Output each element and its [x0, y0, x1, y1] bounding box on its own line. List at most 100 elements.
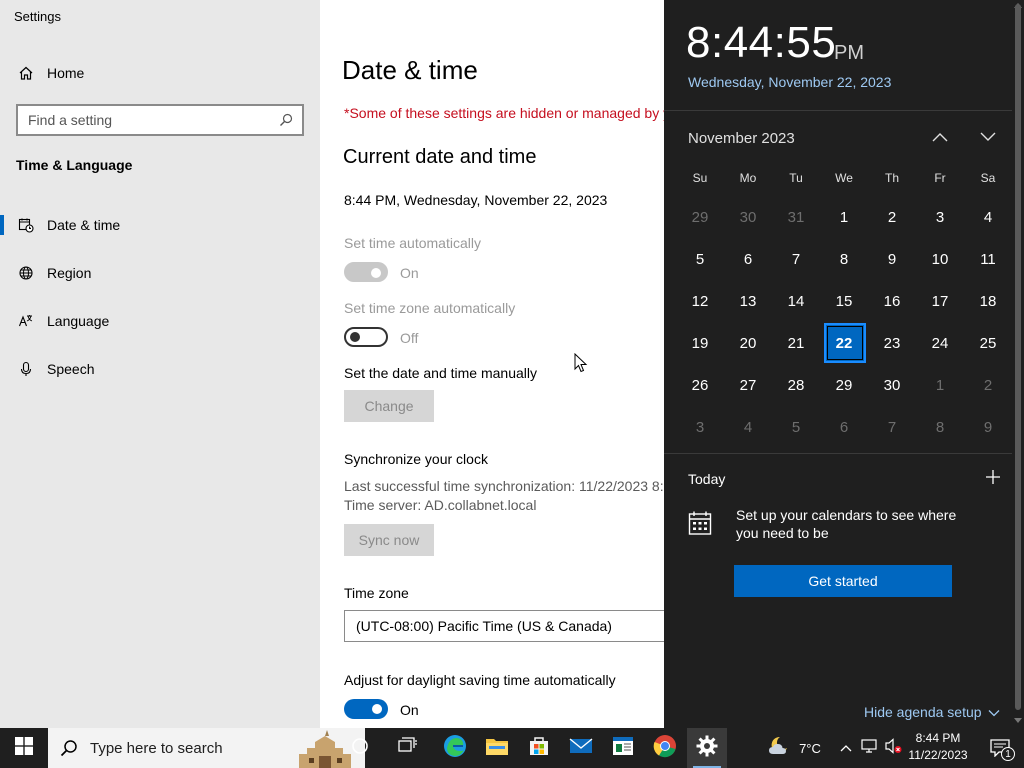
sidebar-item-label: Date & time: [47, 217, 121, 233]
chrome-icon: [653, 734, 677, 763]
show-hidden-icons-button[interactable]: [836, 728, 856, 768]
calendar-day[interactable]: 2: [868, 196, 916, 238]
calendar-day[interactable]: 27: [724, 364, 772, 406]
sidebar-item-speech[interactable]: Speech: [0, 351, 320, 387]
sync-now-button[interactable]: Sync now: [344, 524, 434, 556]
timezone-select[interactable]: (UTC-08:00) Pacific Time (US & Canada): [344, 610, 664, 642]
calendar-day[interactable]: 1: [916, 364, 964, 406]
calendar-day[interactable]: 1: [820, 196, 868, 238]
chevron-up-icon: [932, 129, 948, 147]
today-label: Today: [688, 471, 726, 487]
set-time-auto-toggle[interactable]: [344, 262, 388, 282]
next-month-button[interactable]: [974, 126, 1002, 150]
find-setting-search[interactable]: [16, 104, 304, 136]
calendar-day[interactable]: 20: [724, 322, 772, 364]
action-center-button[interactable]: 1: [980, 728, 1020, 768]
sidebar-item-label: Speech: [47, 361, 95, 377]
file-explorer-button[interactable]: [477, 728, 517, 768]
last-sync-text: Last successful time synchronization: 11…: [344, 478, 664, 494]
dst-toggle[interactable]: [344, 699, 388, 719]
calendar-day[interactable]: 23: [868, 322, 916, 364]
calendar-day[interactable]: 12: [676, 280, 724, 322]
scrollbar-thumb[interactable]: [1015, 4, 1021, 710]
calendar-day[interactable]: 24: [916, 322, 964, 364]
calendar-day[interactable]: 18: [964, 280, 1012, 322]
find-setting-input[interactable]: [18, 112, 276, 128]
flyout-scrollbar[interactable]: [1012, 0, 1024, 728]
taskbar-search-input[interactable]: [90, 739, 289, 757]
month-label[interactable]: November 2023: [688, 130, 795, 147]
flyout-date-link[interactable]: Wednesday, November 22, 2023: [688, 74, 891, 90]
edge-button[interactable]: [435, 728, 475, 768]
calendar-day-number: 30: [883, 376, 901, 394]
taskbar-clock[interactable]: 8:44 PM 11/22/2023: [900, 730, 976, 764]
start-button[interactable]: [0, 728, 48, 768]
calendar-day[interactable]: 15: [820, 280, 868, 322]
set-tz-auto-toggle[interactable]: [344, 327, 388, 347]
calculator-or-app-button[interactable]: [603, 728, 643, 768]
calendar-day[interactable]: 4: [724, 406, 772, 448]
calendar-day[interactable]: 4: [964, 196, 1012, 238]
calendar-day[interactable]: 9: [868, 238, 916, 280]
calendar-day[interactable]: 8: [916, 406, 964, 448]
calendar-day[interactable]: 29: [820, 364, 868, 406]
chrome-button[interactable]: [645, 728, 685, 768]
calendar-day-number: 26: [691, 376, 709, 394]
calendar-day[interactable]: 16: [868, 280, 916, 322]
hide-agenda-link[interactable]: Hide agenda setup: [864, 704, 1000, 720]
calendar-day[interactable]: 26: [676, 364, 724, 406]
calendar-day[interactable]: 3: [676, 406, 724, 448]
task-view-button[interactable]: [388, 728, 428, 768]
calendar-day-number: 16: [883, 292, 901, 310]
calendar-day-number: 17: [931, 292, 949, 310]
calendar-day[interactable]: 3: [916, 196, 964, 238]
microphone-icon: [17, 360, 35, 378]
network-button[interactable]: [858, 728, 880, 768]
calendar-day[interactable]: 17: [916, 280, 964, 322]
calendar-day[interactable]: 7: [772, 238, 820, 280]
weekday-label: Mo: [739, 171, 757, 185]
get-started-button[interactable]: Get started: [734, 565, 952, 597]
calendar-day[interactable]: 6: [724, 238, 772, 280]
sidebar-item-date-time[interactable]: Date & time: [0, 207, 320, 243]
cortana-button[interactable]: [340, 728, 380, 768]
calendar-day[interactable]: 5: [772, 406, 820, 448]
scroll-down-icon[interactable]: [1012, 716, 1024, 726]
divider: [664, 453, 1012, 454]
settings-taskbar-button[interactable]: [687, 728, 727, 768]
mail-button[interactable]: [561, 728, 601, 768]
search-icon[interactable]: [276, 110, 296, 130]
calendar-day[interactable]: 2: [964, 364, 1012, 406]
calendar-day-today[interactable]: 22: [820, 322, 868, 364]
calendar-day[interactable]: 10: [916, 238, 964, 280]
home-nav[interactable]: Home: [0, 55, 320, 91]
change-button[interactable]: Change: [344, 390, 434, 422]
calendar-day[interactable]: 30: [868, 364, 916, 406]
calendar-day[interactable]: 5: [676, 238, 724, 280]
calendar-day[interactable]: 29: [676, 196, 724, 238]
sidebar-item-language[interactable]: Language: [0, 303, 320, 339]
calendar-day[interactable]: 30: [724, 196, 772, 238]
timezone-label: Time zone: [344, 585, 409, 601]
mouse-cursor: [574, 352, 588, 378]
calendar-day[interactable]: 8: [820, 238, 868, 280]
calendar-day[interactable]: 14: [772, 280, 820, 322]
calendar-day[interactable]: 9: [964, 406, 1012, 448]
weekday-label: Su: [692, 171, 708, 185]
calendar-day[interactable]: 6: [820, 406, 868, 448]
calendar-grid: Su Mo Tu We Th Fr Sa 29 30 31 1 2 3 4 5 6 7 8 9 10 11 12 13 14…: [676, 160, 1012, 448]
calendar-day[interactable]: 11: [964, 238, 1012, 280]
sidebar-item-region[interactable]: Region: [0, 255, 320, 291]
calendar-day[interactable]: 25: [964, 322, 1012, 364]
calendar-day[interactable]: 19: [676, 322, 724, 364]
calendar-day[interactable]: 31: [772, 196, 820, 238]
weather-widget[interactable]: 7°C: [758, 728, 830, 768]
calendar-day[interactable]: 13: [724, 280, 772, 322]
add-event-button[interactable]: [982, 468, 1004, 490]
microsoft-store-button[interactable]: [519, 728, 559, 768]
previous-month-button[interactable]: [926, 126, 954, 150]
taskbar-search[interactable]: [48, 728, 365, 768]
calendar-day[interactable]: 21: [772, 322, 820, 364]
calendar-day[interactable]: 28: [772, 364, 820, 406]
calendar-day[interactable]: 7: [868, 406, 916, 448]
